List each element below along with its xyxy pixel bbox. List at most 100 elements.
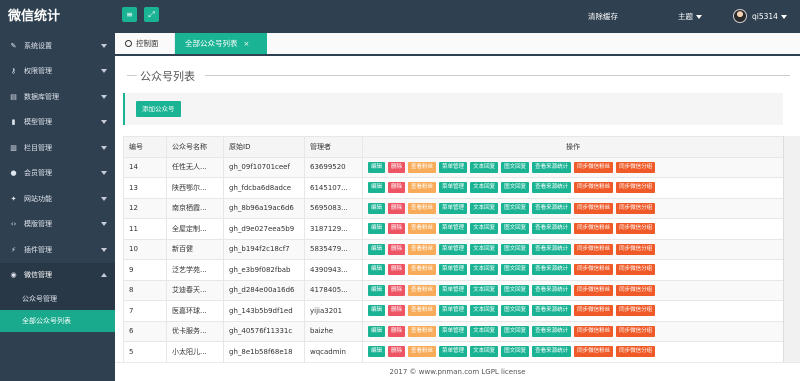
action-button-1[interactable]: 删除	[388, 182, 406, 194]
clear-cache-link[interactable]: 清除缓存	[588, 0, 618, 33]
sidebar-item-5[interactable]: ● 会员管理	[0, 161, 115, 187]
action-button-6[interactable]: 查看来源统计	[532, 202, 572, 214]
action-button-2[interactable]: 查看粉丝	[408, 325, 437, 337]
action-button-7[interactable]: 同步微信粉丝	[574, 161, 614, 173]
action-button-2[interactable]: 查看粉丝	[408, 223, 437, 235]
action-button-4[interactable]: 文本回复	[470, 182, 499, 194]
action-button-1[interactable]: 删除	[388, 161, 406, 173]
action-button-0[interactable]: 编辑	[368, 223, 386, 235]
action-button-8[interactable]: 同步微信分组	[616, 346, 656, 358]
action-button-2[interactable]: 查看粉丝	[408, 284, 437, 296]
action-button-8[interactable]: 同步微信分组	[616, 161, 656, 173]
menu-toggle-button[interactable]: ≡	[122, 7, 137, 22]
action-button-3[interactable]: 菜单管理	[439, 346, 468, 358]
action-button-1[interactable]: 删除	[388, 325, 406, 337]
action-button-4[interactable]: 文本回复	[470, 223, 499, 235]
action-button-3[interactable]: 菜单管理	[439, 182, 468, 194]
user-dropdown[interactable]: qi5314	[752, 0, 787, 33]
action-button-0[interactable]: 编辑	[368, 161, 386, 173]
action-button-7[interactable]: 同步微信粉丝	[574, 264, 614, 276]
action-button-0[interactable]: 编辑	[368, 346, 386, 358]
action-button-0[interactable]: 编辑	[368, 202, 386, 214]
sidebar-item-9[interactable]: ◉ 微信管理	[0, 262, 115, 288]
action-button-7[interactable]: 同步微信粉丝	[574, 223, 614, 235]
action-button-4[interactable]: 文本回复	[470, 161, 499, 173]
action-button-3[interactable]: 菜单管理	[439, 305, 468, 317]
action-button-2[interactable]: 查看粉丝	[408, 305, 437, 317]
sidebar-subitem-1[interactable]: 全部公众号列表	[0, 310, 115, 332]
action-button-5[interactable]: 图文回复	[501, 284, 530, 296]
action-button-1[interactable]: 删除	[388, 243, 406, 255]
action-button-3[interactable]: 菜单管理	[439, 325, 468, 337]
action-button-7[interactable]: 同步微信粉丝	[574, 305, 614, 317]
close-icon[interactable]: ×	[244, 40, 250, 48]
action-button-4[interactable]: 文本回复	[470, 243, 499, 255]
action-button-8[interactable]: 同步微信分组	[616, 202, 656, 214]
action-button-7[interactable]: 同步微信粉丝	[574, 182, 614, 194]
action-button-0[interactable]: 编辑	[368, 264, 386, 276]
action-button-0[interactable]: 编辑	[368, 243, 386, 255]
action-button-0[interactable]: 编辑	[368, 325, 386, 337]
action-button-6[interactable]: 查看来源统计	[532, 305, 572, 317]
fullscreen-button[interactable]: ⤢	[144, 7, 159, 22]
sidebar-item-8[interactable]: ⚡ 插件管理	[0, 237, 115, 263]
action-button-8[interactable]: 同步微信分组	[616, 223, 656, 235]
action-button-6[interactable]: 查看来源统计	[532, 182, 572, 194]
action-button-8[interactable]: 同步微信分组	[616, 305, 656, 317]
action-button-6[interactable]: 查看来源统计	[532, 284, 572, 296]
action-button-6[interactable]: 查看来源统计	[532, 223, 572, 235]
action-button-0[interactable]: 编辑	[368, 305, 386, 317]
sidebar-item-3[interactable]: ▮ 模型管理	[0, 110, 115, 136]
action-button-1[interactable]: 删除	[388, 223, 406, 235]
action-button-5[interactable]: 图文回复	[501, 305, 530, 317]
action-button-1[interactable]: 删除	[388, 202, 406, 214]
action-button-5[interactable]: 图文回复	[501, 161, 530, 173]
sidebar-item-4[interactable]: ▥ 栏目管理	[0, 135, 115, 161]
action-button-7[interactable]: 同步微信粉丝	[574, 346, 614, 358]
action-button-4[interactable]: 文本回复	[470, 305, 499, 317]
action-button-1[interactable]: 删除	[388, 346, 406, 358]
sidebar-item-6[interactable]: ✦ 网站功能	[0, 186, 115, 212]
tab-dashboard[interactable]: 控制面板	[115, 33, 175, 69]
action-button-3[interactable]: 菜单管理	[439, 264, 468, 276]
action-button-6[interactable]: 查看来源统计	[532, 346, 572, 358]
action-button-5[interactable]: 图文回复	[501, 243, 530, 255]
action-button-5[interactable]: 图文回复	[501, 182, 530, 194]
action-button-4[interactable]: 文本回复	[470, 325, 499, 337]
action-button-5[interactable]: 图文回复	[501, 346, 530, 358]
action-button-2[interactable]: 查看粉丝	[408, 264, 437, 276]
action-button-2[interactable]: 查看粉丝	[408, 243, 437, 255]
action-button-5[interactable]: 图文回复	[501, 325, 530, 337]
sidebar-item-0[interactable]: ✎ 系统设置	[0, 33, 115, 59]
action-button-7[interactable]: 同步微信粉丝	[574, 202, 614, 214]
action-button-6[interactable]: 查看来源统计	[532, 264, 572, 276]
action-button-5[interactable]: 图文回复	[501, 223, 530, 235]
action-button-5[interactable]: 图文回复	[501, 202, 530, 214]
action-button-2[interactable]: 查看粉丝	[408, 346, 437, 358]
action-button-4[interactable]: 文本回复	[470, 346, 499, 358]
action-button-3[interactable]: 菜单管理	[439, 243, 468, 255]
scrollbar[interactable]	[783, 136, 800, 362]
action-button-8[interactable]: 同步微信分组	[616, 284, 656, 296]
sidebar-item-2[interactable]: ▤ 数据库管理	[0, 84, 115, 110]
action-button-3[interactable]: 菜单管理	[439, 223, 468, 235]
avatar[interactable]	[733, 9, 747, 23]
action-button-6[interactable]: 查看来源统计	[532, 161, 572, 173]
add-account-button[interactable]: 添加公众号	[136, 101, 181, 117]
action-button-2[interactable]: 查看粉丝	[408, 161, 437, 173]
sidebar-item-7[interactable]: ‹› 模版管理	[0, 212, 115, 238]
sidebar-item-1[interactable]: ⚷ 权限管理	[0, 59, 115, 85]
action-button-1[interactable]: 删除	[388, 284, 406, 296]
action-button-8[interactable]: 同步微信分组	[616, 243, 656, 255]
action-button-8[interactable]: 同步微信分组	[616, 264, 656, 276]
action-button-3[interactable]: 菜单管理	[439, 161, 468, 173]
action-button-8[interactable]: 同步微信分组	[616, 182, 656, 194]
action-button-2[interactable]: 查看粉丝	[408, 182, 437, 194]
action-button-8[interactable]: 同步微信分组	[616, 325, 656, 337]
action-button-0[interactable]: 编辑	[368, 284, 386, 296]
tab-account-list[interactable]: 全部公众号列表 ×	[175, 33, 267, 54]
theme-dropdown[interactable]: 主题	[678, 0, 702, 33]
action-button-7[interactable]: 同步微信粉丝	[574, 243, 614, 255]
sidebar-subitem-0[interactable]: 公众号管理	[0, 288, 115, 310]
action-button-7[interactable]: 同步微信粉丝	[574, 325, 614, 337]
